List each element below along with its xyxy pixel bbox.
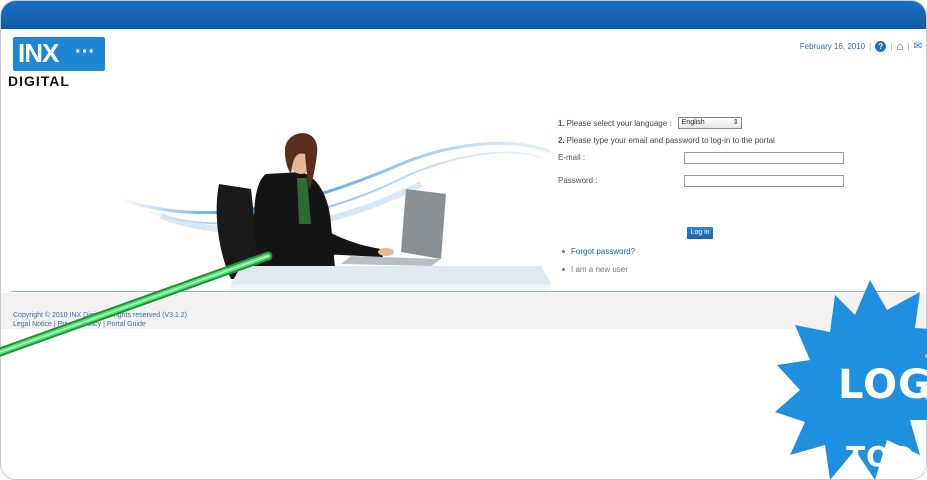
promo-line-2: TOD — [846, 440, 916, 473]
promo-line-1: LOG — [838, 362, 927, 408]
